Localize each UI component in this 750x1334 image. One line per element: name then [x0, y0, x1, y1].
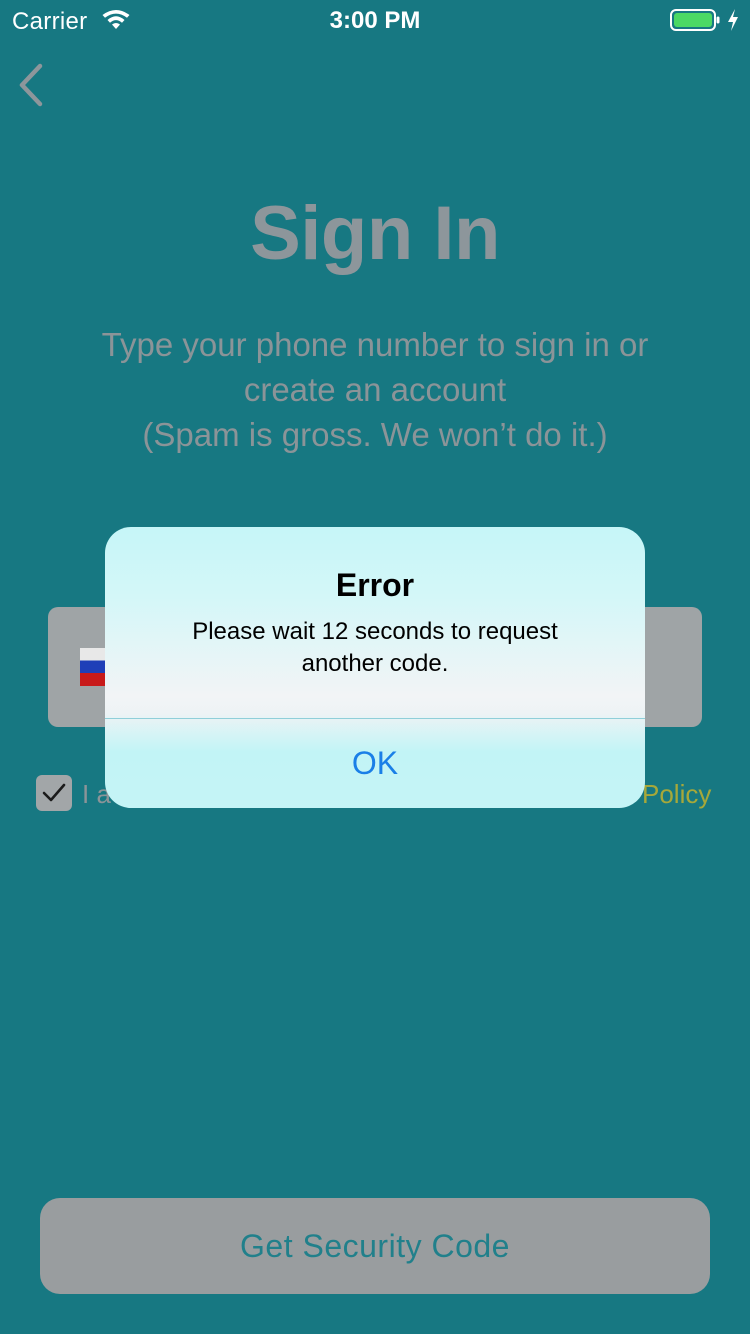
back-button[interactable] [12, 60, 56, 110]
page-title: Sign In [250, 191, 500, 276]
clock: 3:00 PM [329, 7, 421, 34]
alert-message-line: another code. [301, 650, 449, 677]
subtitle-line: (Spam is gross. We won’t do it.) [142, 416, 608, 453]
battery-icon [670, 9, 720, 31]
alert-message-line: Please wait 12 seconds to request [192, 618, 558, 645]
get-security-code-button[interactable]: Get Security Code [40, 1198, 710, 1294]
alert-message: Please wait 12 seconds to request anothe… [145, 616, 605, 680]
page-subtitle: Type your phone number to sign in or cre… [40, 322, 710, 457]
status-bar: Carrier 3:00 PM [0, 0, 750, 40]
chevron-left-icon [19, 63, 43, 107]
charging-bolt-icon [728, 9, 738, 31]
error-alert: Error Please wait 12 seconds to request … [105, 527, 645, 808]
checkmark-icon [42, 783, 66, 802]
subtitle-line: create an account [243, 371, 507, 408]
subtitle-line: Type your phone number to sign in or [101, 326, 649, 363]
terms-checkbox[interactable] [36, 775, 72, 811]
alert-ok-button[interactable]: OK [105, 719, 645, 808]
privacy-policy-link[interactable]: Policy [642, 779, 711, 810]
alert-title: Error [335, 567, 415, 603]
